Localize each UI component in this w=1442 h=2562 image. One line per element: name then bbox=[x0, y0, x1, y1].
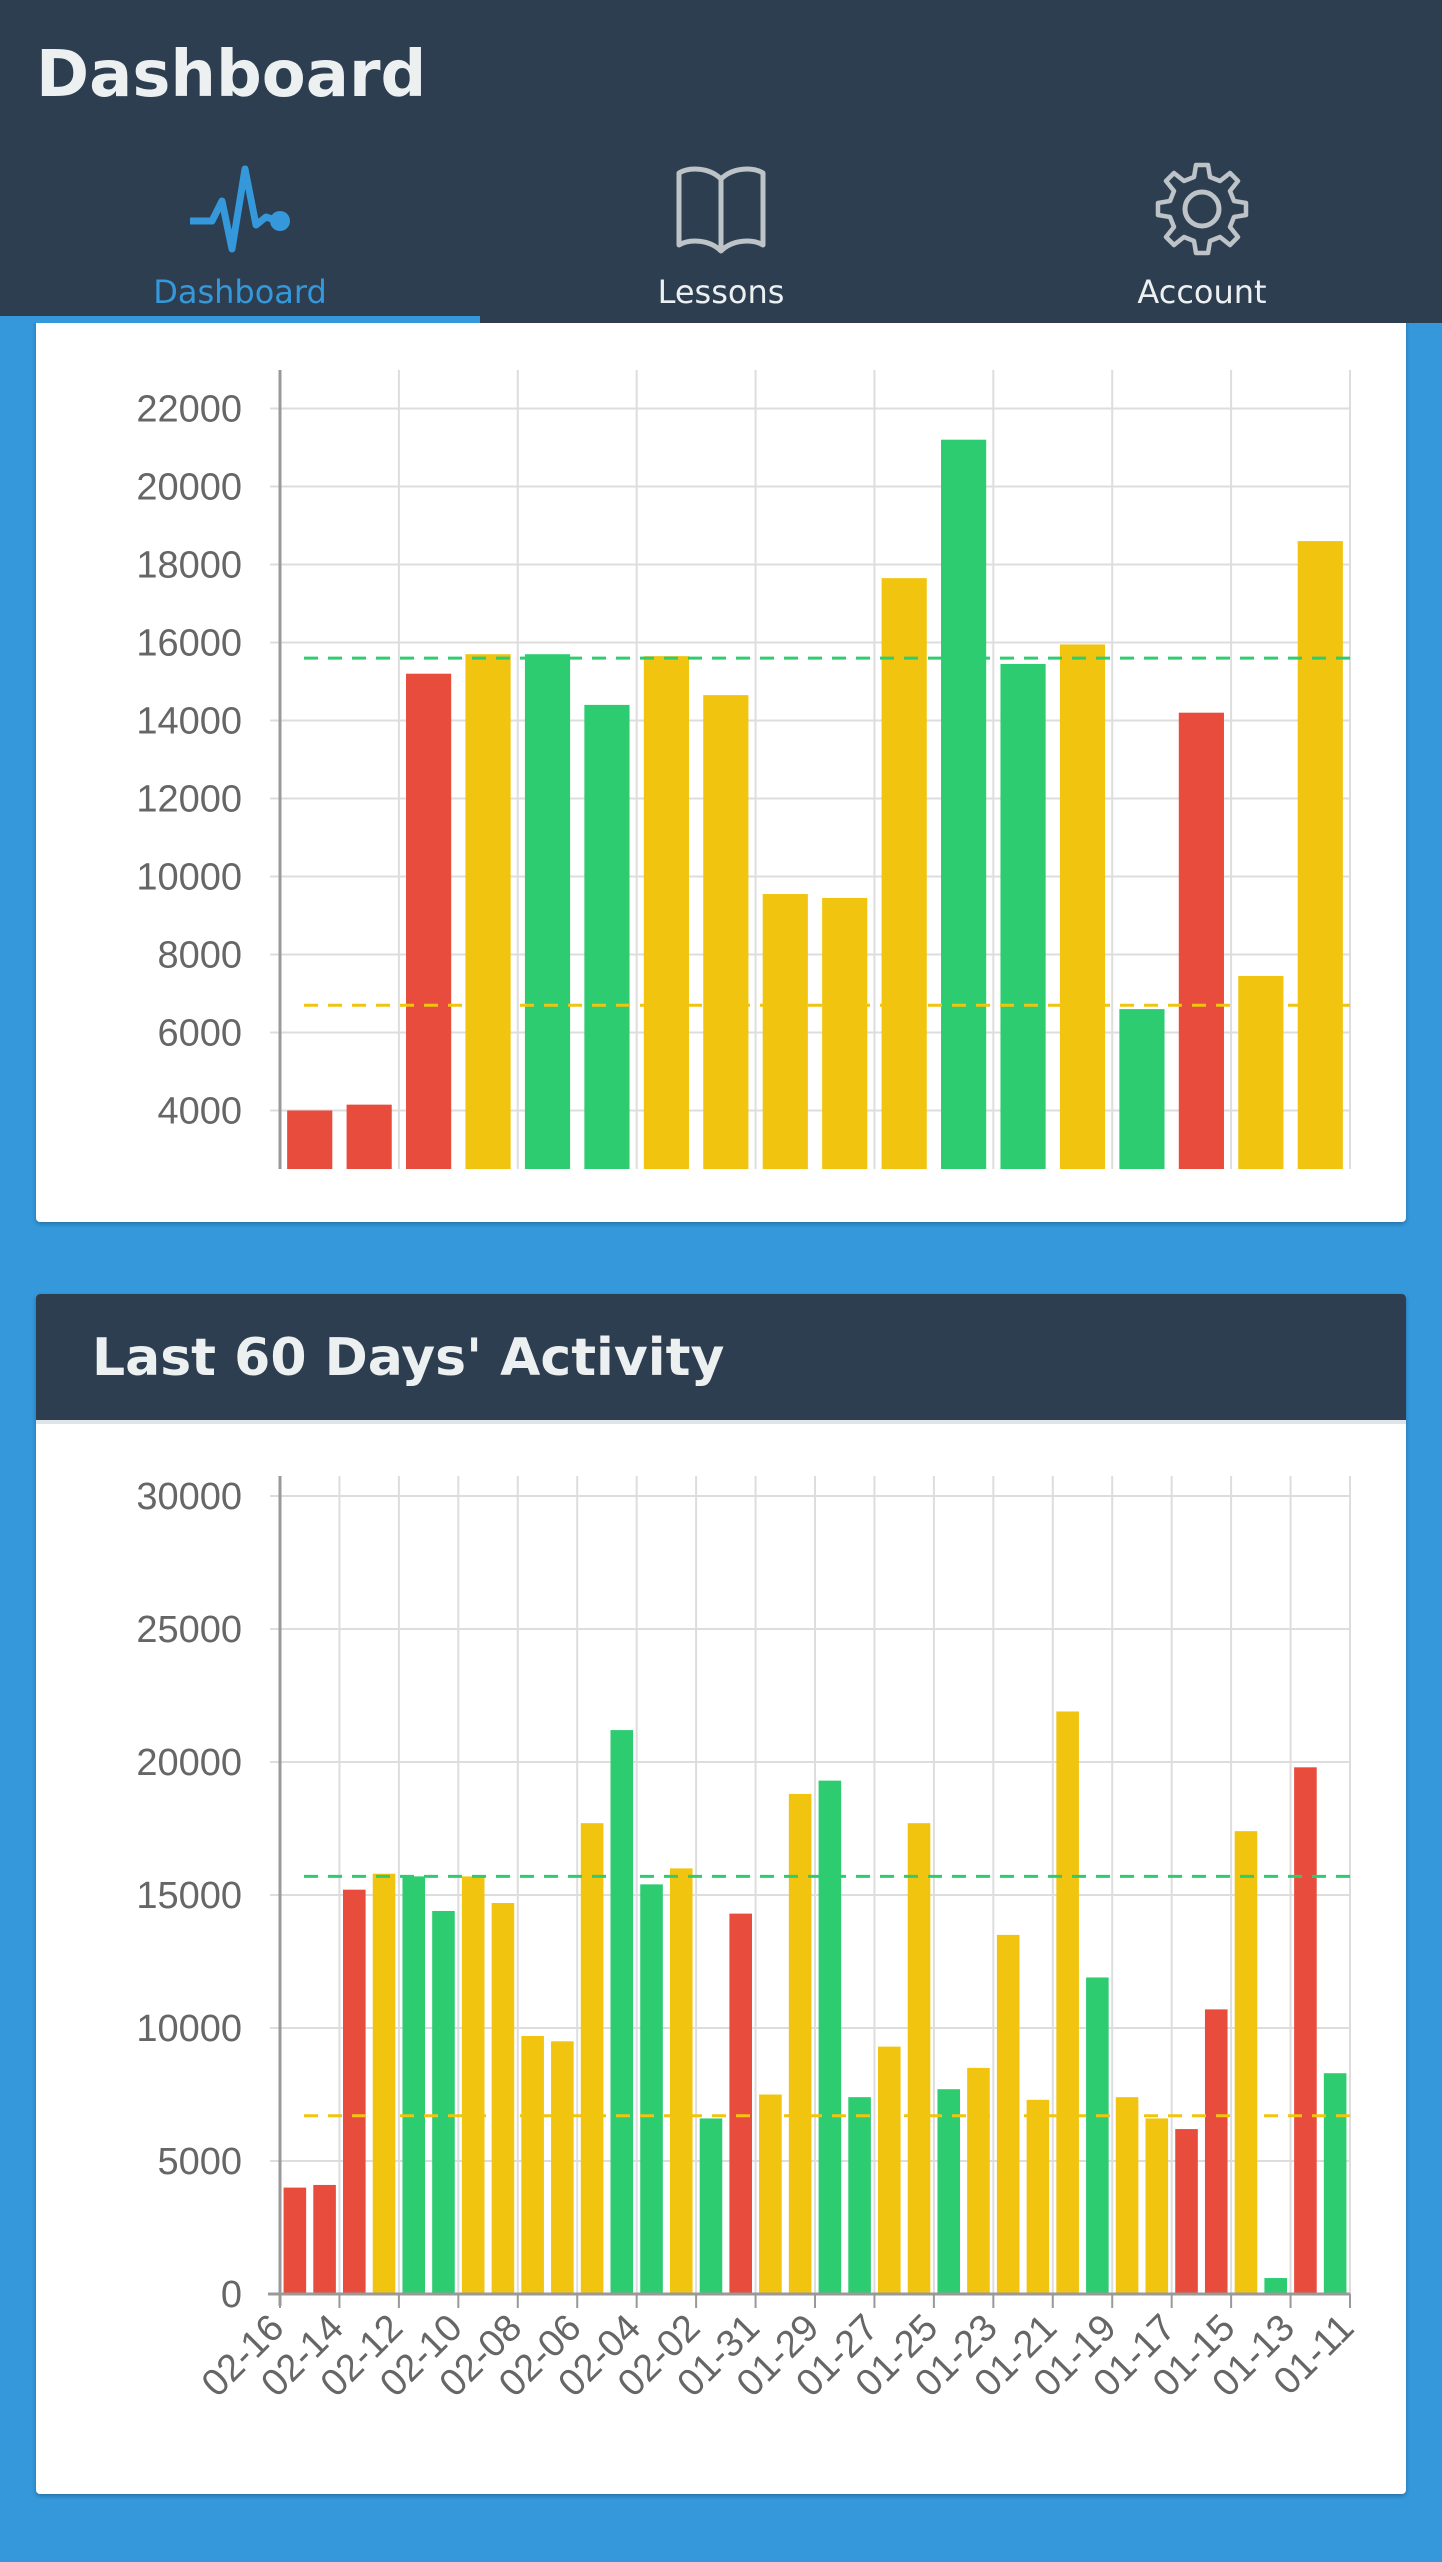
tab-lessons[interactable]: Lessons bbox=[481, 155, 961, 323]
bar bbox=[461, 1876, 485, 2294]
activity-pulse-icon bbox=[190, 165, 290, 253]
bar bbox=[788, 1793, 812, 2294]
bar bbox=[699, 2118, 723, 2294]
activity-card-60-days: Last 60 Days' Activity 0 5000 10000 15000 20… bbox=[36, 1294, 1406, 2494]
bar bbox=[822, 897, 868, 1169]
bar bbox=[551, 2041, 574, 2294]
gear-icon bbox=[1155, 162, 1249, 256]
bar bbox=[1178, 712, 1224, 1169]
tab-dashboard-label: Dashboard bbox=[153, 273, 327, 311]
bar bbox=[818, 1780, 842, 2294]
page-title: Dashboard bbox=[36, 38, 427, 112]
bar bbox=[432, 1910, 455, 2294]
bar bbox=[1297, 541, 1343, 1169]
y-tick-label: 10000 bbox=[136, 857, 242, 899]
y-tick-label: 6000 bbox=[157, 1013, 242, 1055]
bar bbox=[1026, 2099, 1050, 2294]
y-tick-label: 20000 bbox=[136, 1742, 242, 1784]
bar bbox=[343, 1889, 366, 2294]
y-tick-label: 14000 bbox=[136, 701, 242, 743]
y-tick-label: 20000 bbox=[136, 467, 242, 509]
active-tab-indicator bbox=[0, 316, 480, 323]
bar bbox=[703, 695, 749, 1169]
bar bbox=[1175, 2129, 1198, 2294]
book-icon bbox=[676, 166, 766, 254]
bar bbox=[1264, 2278, 1287, 2294]
y-tick-label: 0 bbox=[221, 2274, 242, 2316]
bar bbox=[1059, 644, 1106, 1169]
y-tick-label: 4000 bbox=[157, 1091, 242, 1133]
bar bbox=[967, 2067, 990, 2294]
activity-card-recent: 4000 6000 8000 10000 12000 14000 16000 18000 200… bbox=[36, 310, 1406, 1222]
bar bbox=[941, 439, 987, 1169]
bar bbox=[643, 656, 689, 1169]
bar bbox=[907, 1823, 931, 2294]
bar bbox=[521, 2035, 544, 2294]
bar bbox=[1234, 1831, 1258, 2294]
bar bbox=[881, 578, 927, 1169]
y-tick-label: 12000 bbox=[136, 779, 242, 821]
bar bbox=[372, 1873, 396, 2294]
bar bbox=[491, 1902, 515, 2294]
bar bbox=[1119, 1009, 1165, 1169]
bar bbox=[406, 673, 452, 1169]
app-header: Dashboard Dashboard Lessons Account bbox=[0, 0, 1442, 323]
bar bbox=[878, 2046, 901, 2294]
bar bbox=[669, 1868, 693, 2294]
y-tick-label: 5000 bbox=[157, 2141, 242, 2183]
tab-bar: Dashboard Lessons Account bbox=[0, 155, 1442, 323]
bar bbox=[610, 1730, 634, 2294]
tab-account[interactable]: Account bbox=[962, 155, 1442, 323]
bar bbox=[580, 1823, 604, 2294]
bar bbox=[1086, 1977, 1109, 2294]
bar bbox=[1323, 2073, 1347, 2294]
bar bbox=[762, 894, 808, 1169]
bar bbox=[1115, 2097, 1139, 2294]
y-tick-label: 16000 bbox=[136, 623, 242, 665]
y-tick-label: 22000 bbox=[136, 389, 242, 431]
activity-bar-chart-recent: 4000 6000 8000 10000 12000 14000 16000 18000 200… bbox=[136, 370, 1351, 1169]
tab-dashboard[interactable]: Dashboard bbox=[0, 155, 480, 323]
bar bbox=[465, 654, 511, 1169]
activity-bar-chart-60-days: 05000100001500020000250003000002-1602-14… bbox=[136, 1476, 1362, 2405]
bar bbox=[313, 2184, 336, 2294]
bar bbox=[1145, 2118, 1169, 2294]
bar bbox=[402, 1876, 426, 2294]
bar bbox=[729, 1913, 752, 2294]
bar bbox=[1056, 1711, 1079, 2294]
bar bbox=[640, 1884, 663, 2294]
y-tick-label: 10000 bbox=[136, 2008, 242, 2050]
tab-lessons-label: Lessons bbox=[657, 273, 785, 311]
bar bbox=[346, 1104, 392, 1169]
y-tick-label: 30000 bbox=[136, 1476, 242, 1518]
bar bbox=[1000, 663, 1046, 1169]
y-tick-label: 18000 bbox=[136, 545, 242, 587]
tab-account-label: Account bbox=[1137, 273, 1267, 311]
bar bbox=[283, 2187, 307, 2294]
bar bbox=[848, 2097, 871, 2294]
bar bbox=[1204, 2009, 1228, 2294]
y-tick-label: 15000 bbox=[136, 1875, 242, 1917]
bar bbox=[1294, 1767, 1317, 2294]
y-tick-label: 25000 bbox=[136, 1609, 242, 1651]
bar bbox=[524, 654, 571, 1169]
bar bbox=[937, 2089, 961, 2294]
bar bbox=[287, 1110, 333, 1169]
bar bbox=[759, 2094, 782, 2294]
bar bbox=[584, 704, 630, 1169]
y-tick-label: 8000 bbox=[157, 935, 242, 977]
